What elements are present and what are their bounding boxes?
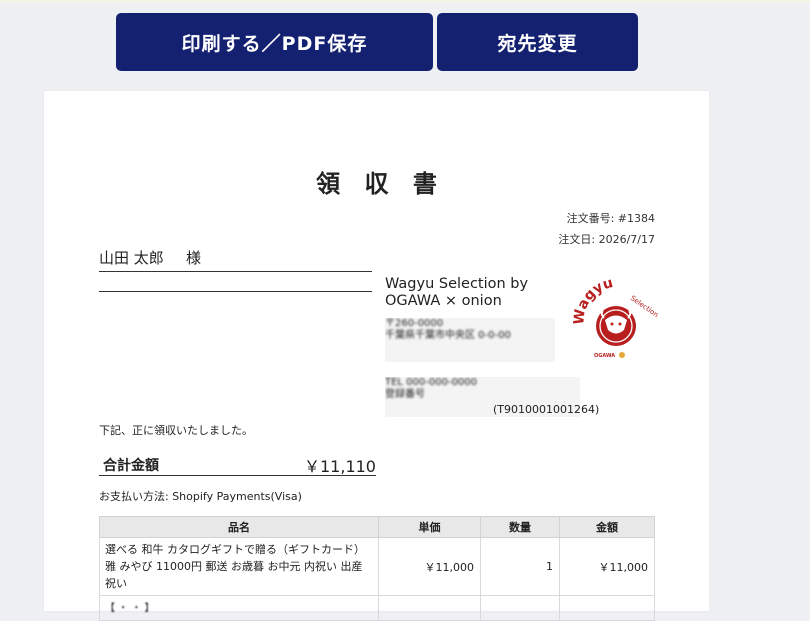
header-amount: 金額 [559,516,655,538]
payment-method: お支払い方法: Shopify Payments(Visa) [99,490,302,503]
item-quantity: 1 [480,537,560,596]
issuer-registration-code: (T9010001001264) [493,403,600,416]
header-item-name: 品名 [99,516,379,538]
recipient-honorific: 様 [186,249,202,267]
change-address-button[interactable]: 宛先変更 [437,13,638,71]
order-date: 注文日: 2026/7/17 [558,233,655,246]
total-label: 合計金額 [103,458,159,474]
wagyu-selection-logo: Wagyu Selection OGAWA [571,277,660,359]
received-statement: 下記、正に領収いたしました。 [99,424,253,437]
order-number: 注文番号: #1384 [566,212,655,225]
recipient-name: 山田 太郎 [99,249,164,267]
item-name: 選べる 和牛 カタログギフトで贈る（ギフトカード） 雅 みやび 11000円 郵… [99,537,379,596]
total-underline [99,475,376,476]
receipt-title: 領 収 書 [316,170,445,198]
logo-footer-text: OGAWA [594,353,615,359]
recipient-underline [99,291,372,292]
header-quantity: 数量 [480,516,560,538]
items-table: 品名 単価 数量 金額 選べる 和牛 カタログギフトで贈る（ギフトカード） 雅 … [99,516,655,621]
total-amount: ￥11,110 [304,457,376,476]
print-pdf-button[interactable]: 印刷する／PDF保存 [116,13,433,71]
table-row: 【 ・ ・ 】 [99,595,655,621]
header-unit-price: 単価 [378,516,481,538]
item-name-cutoff: 【 ・ ・ 】 [99,595,379,621]
issuer-name: Wagyu Selection by OGAWA × onion [385,276,529,309]
recipient-field: 山田 太郎 様 [99,247,372,272]
item-amount: ￥11,000 [559,537,655,596]
issuer-address-redacted: 〒260-0000 千葉県千葉市中央区 0-0-00 [385,318,555,362]
table-row: 選べる 和牛 カタログギフトで贈る（ギフトカード） 雅 みやび 11000円 郵… [99,537,655,596]
receipt-sheet: 領 収 書 注文番号: #1384 注文日: 2026/7/17 山田 太郎 様… [44,91,709,621]
top-accent-line [0,0,810,3]
item-unit-price: ￥11,000 [378,537,481,596]
logo-sub-text: Selection [629,294,660,319]
